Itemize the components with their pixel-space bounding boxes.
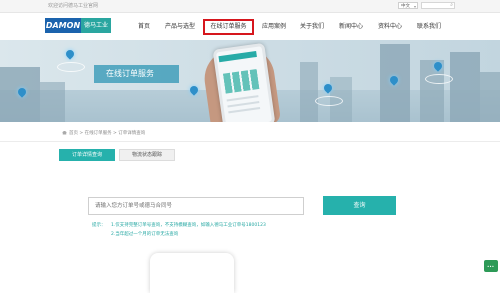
building-shape: [450, 52, 480, 122]
top-utility-bar: 欢迎访问德马工业官网 中文 ▾ ⌕: [0, 0, 500, 13]
nav-item-contact[interactable]: 联系我们: [414, 19, 444, 35]
building-shape: [300, 62, 318, 122]
nav-item-resources[interactable]: 资料中心: [375, 19, 405, 35]
phone-line: [226, 95, 259, 102]
query-button[interactable]: 查询: [323, 196, 396, 215]
nav-item-news[interactable]: 新闻中心: [336, 19, 366, 35]
language-select[interactable]: 中文 ▾: [398, 2, 418, 9]
nav-item-home[interactable]: 首页: [133, 19, 155, 35]
phone-line: [227, 101, 260, 108]
building-shape: [40, 82, 65, 122]
welcome-text: 欢迎访问德马工业官网: [48, 3, 99, 9]
site-search-input[interactable]: ⌕: [421, 2, 455, 9]
banner-title-box: 在线订单服务: [94, 65, 179, 83]
nav-item-about[interactable]: 关于我们: [297, 19, 327, 35]
nav-item-cases[interactable]: 应用案例: [259, 19, 289, 35]
tips-line-2: 2.当年超过一个月的订单无法查询: [111, 232, 179, 237]
chevron-down-icon: ▾: [413, 4, 416, 9]
phone-app-grid: [222, 69, 260, 94]
site-header: DAMON 德马工业 首页 产品与选型 在线订单服务 应用案例 关于我们 新闻中…: [0, 13, 500, 40]
pin-ring: [315, 96, 343, 106]
hero-banner: 在线订单服务: [0, 40, 500, 122]
nav-item-products[interactable]: 产品与选型: [162, 19, 198, 35]
chat-icon[interactable]: •••: [484, 260, 498, 272]
building-shape: [420, 60, 444, 122]
phone-header: [218, 50, 257, 63]
nav-item-online-order[interactable]: 在线订单服务: [203, 19, 254, 35]
tips-label: 提示：: [92, 223, 106, 228]
breadcrumb: 首页 > 在线订单服务 > 订单详情查询: [62, 130, 145, 136]
tab-logistics-tracking[interactable]: 物流状态跟踪: [119, 149, 175, 161]
pin-ring: [425, 74, 453, 84]
building-shape: [480, 72, 500, 122]
phone-line: [228, 106, 261, 114]
tips-line-1: 1.仅支持完整订单号查询，不支持模糊查询，如输入德马工业订单号1800123: [111, 223, 266, 228]
tab-order-details[interactable]: 订单详情查询: [59, 149, 115, 161]
main-nav: 首页 产品与选型 在线订单服务 应用案例 关于我们 新闻中心 资料中心 联系我们: [0, 19, 500, 35]
language-value: 中文: [401, 4, 410, 9]
order-number-input[interactable]: [88, 197, 304, 215]
banner-title: 在线订单服务: [106, 69, 154, 78]
chat-dots: •••: [487, 264, 495, 269]
result-card: [150, 253, 234, 293]
divider: [0, 141, 500, 142]
search-icon[interactable]: ⌕: [450, 2, 453, 8]
home-icon[interactable]: [62, 130, 67, 135]
pin-ring: [57, 62, 85, 72]
breadcrumb-text[interactable]: 首页 > 在线订单服务 > 订单详情查询: [69, 131, 145, 136]
